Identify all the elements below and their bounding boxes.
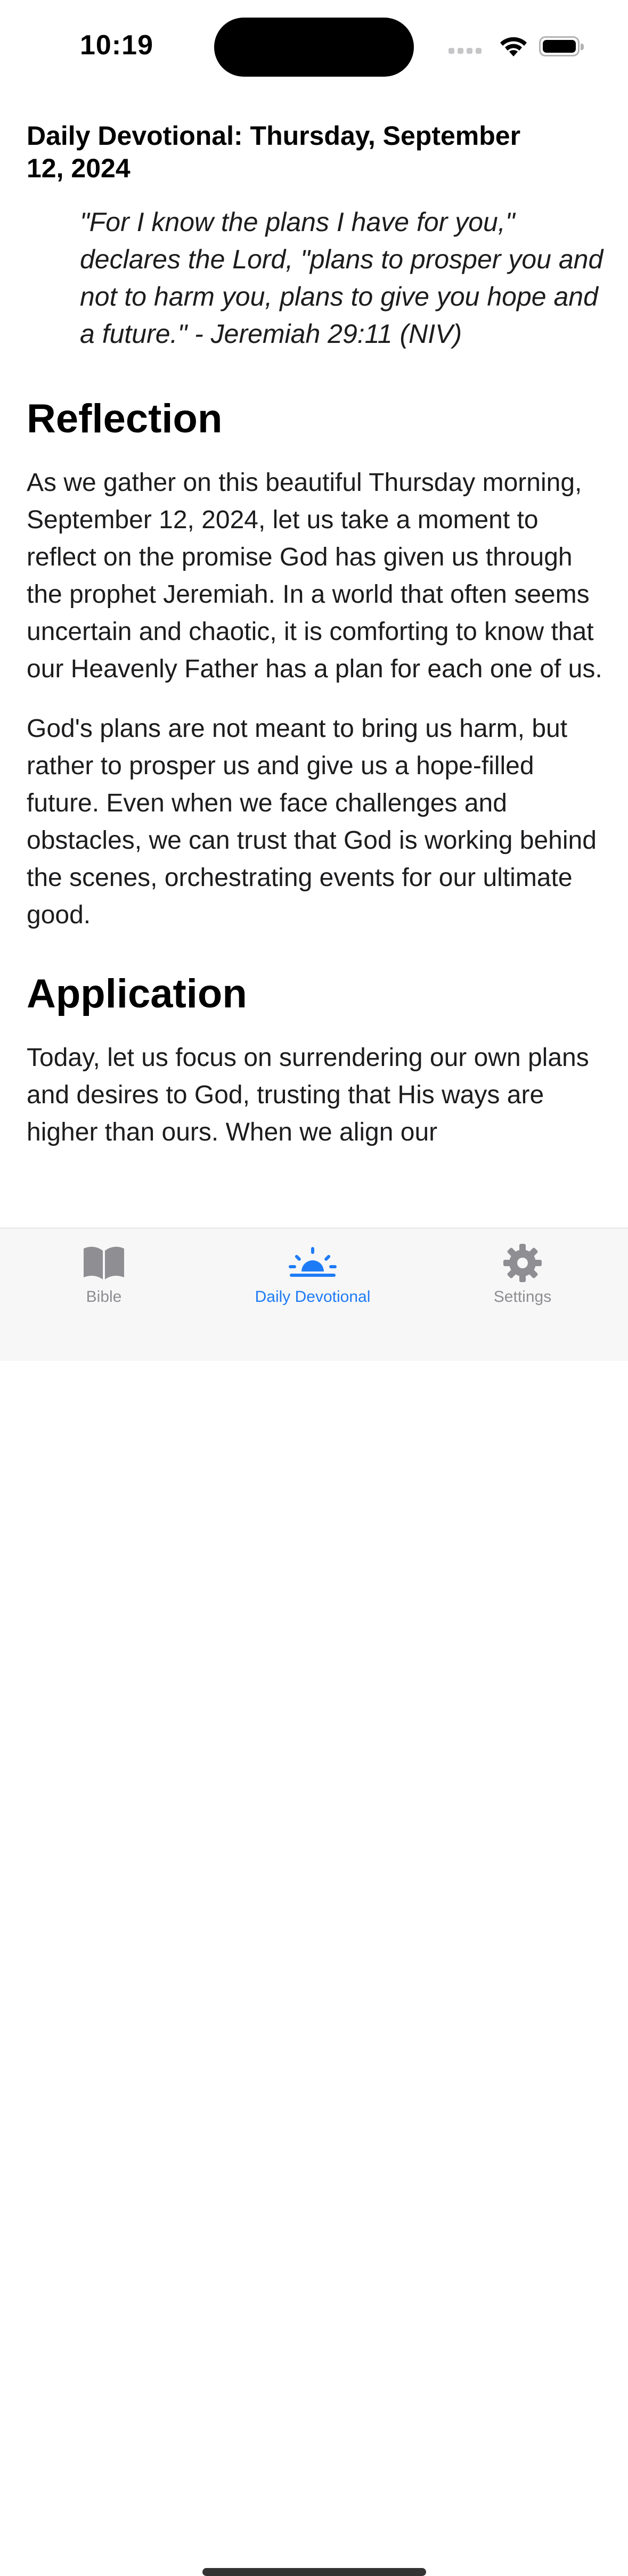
tab-bible[interactable]: Bible [24, 1239, 184, 1306]
application-paragraph: Today, let us focus on surrendering our … [27, 1044, 589, 1146]
reflection-paragraph: As we gather on this beautiful Thursday … [27, 469, 602, 683]
home-indicator[interactable] [202, 2568, 426, 2576]
book-icon [84, 1246, 124, 1279]
status-indicators [448, 33, 584, 60]
reflection-heading: Reflection [27, 396, 223, 441]
sunrise-icon [289, 1247, 337, 1277]
battery-icon [539, 36, 584, 56]
application-heading: Application [27, 971, 247, 1016]
dynamic-island [214, 18, 414, 77]
status-time: 10:19 [80, 30, 153, 61]
tab-daily-devotional[interactable]: Daily Devotional [233, 1239, 393, 1306]
tab-label: Settings [493, 1288, 552, 1306]
tab-label: Daily Devotional [255, 1288, 371, 1306]
tab-bar: Bible Daily Devotional Settings [0, 1228, 628, 2576]
cellular-signal-icon [448, 47, 482, 54]
scripture-verse: "For I know the plans I have for you," d… [80, 207, 603, 349]
wifi-icon [500, 37, 527, 56]
tab-label: Bible [86, 1288, 122, 1306]
tab-settings[interactable]: Settings [443, 1239, 602, 1306]
gear-icon [503, 1244, 542, 1282]
status-bar: 10:19 [0, 0, 628, 93]
reflection-paragraph: God's plans are not meant to bring us ha… [27, 715, 597, 929]
devotional-content: Daily Devotional: Thursday, September 12… [27, 120, 605, 1151]
page-title: Daily Devotional: Thursday, September 12… [27, 121, 521, 183]
